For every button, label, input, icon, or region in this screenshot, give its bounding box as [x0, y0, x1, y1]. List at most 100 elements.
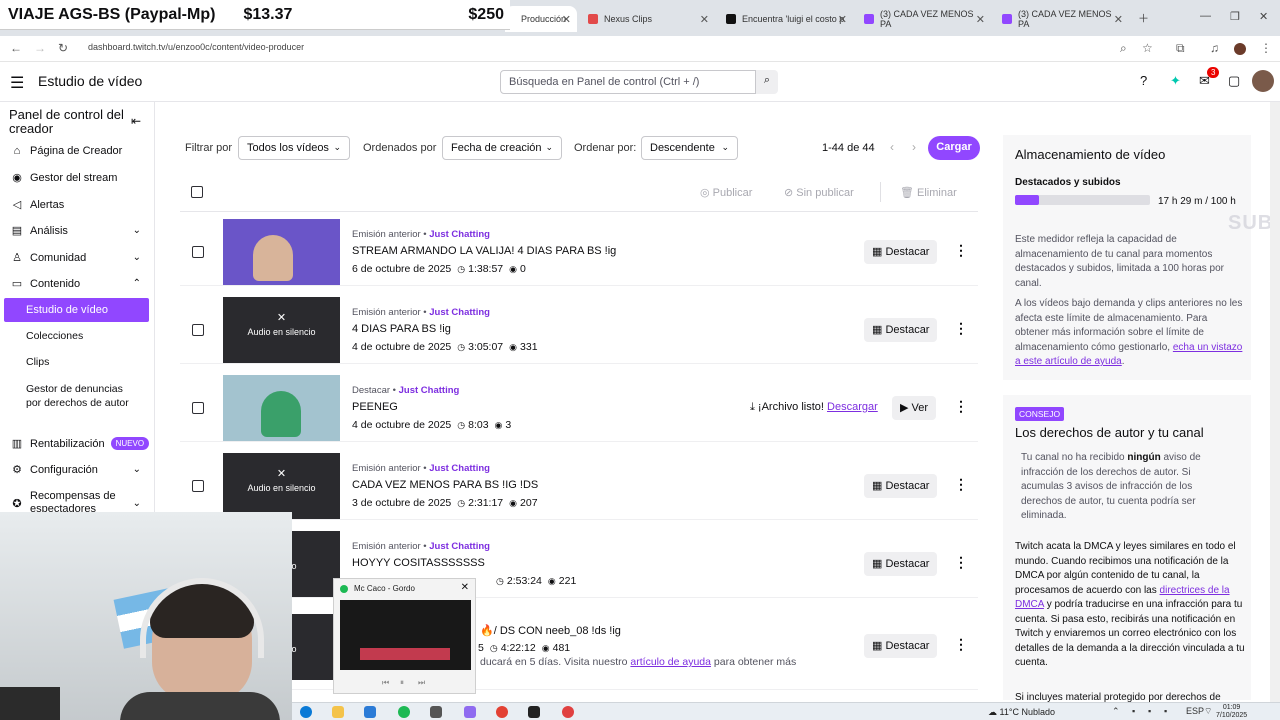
url-field[interactable]: dashboard.twitch.tv/u/enzoo0c/content/vi… — [88, 42, 304, 52]
sidebar-item-creator-page[interactable]: ⌂ Página de Creador — [0, 145, 155, 157]
close-window-icon[interactable]: ✕ — [1259, 10, 1268, 23]
order-select[interactable]: Descendente ⌄ — [641, 136, 738, 160]
more-options-icon[interactable]: ⋮ — [954, 320, 968, 337]
bookmark-star-icon[interactable]: ☆ — [1142, 41, 1153, 55]
search-input[interactable]: Búsqueda en Panel de control (Ctrl + /) — [500, 70, 756, 94]
sidebar-item-stream-manager[interactable]: ◉ Gestor del stream — [0, 171, 155, 185]
sidebar-item-collections[interactable]: Colecciones — [26, 329, 136, 343]
video-row[interactable]: Destacar • Just Chatting PEENEG 4 de oct… — [180, 370, 978, 442]
taskbar-preview-popup[interactable]: Mc Caco - Gordo ✕ ⏮ ⏸ ⏭ — [333, 578, 476, 694]
browser-tab-active[interactable]: Producción ✕ — [505, 6, 577, 32]
row-checkbox[interactable] — [192, 324, 204, 336]
video-thumbnail[interactable]: ✕ Audio en silencio — [223, 297, 340, 363]
tab-close-icon[interactable]: ✕ — [976, 13, 985, 26]
tab-close-icon[interactable]: ✕ — [700, 13, 709, 26]
video-category[interactable]: Just Chatting — [399, 385, 460, 396]
prev-page-icon[interactable]: ‹ — [890, 140, 894, 154]
highlight-button[interactable]: ▦ Destacar — [864, 634, 938, 658]
tab-close-icon[interactable]: ✕ — [838, 13, 847, 26]
profile-avatar-icon[interactable] — [1234, 43, 1246, 55]
browser-tab[interactable]: Encuentra 'luigi el costo p ✕ — [718, 6, 853, 32]
discord-icon[interactable] — [464, 706, 476, 718]
settings-icon[interactable] — [430, 706, 442, 718]
video-category[interactable]: Just Chatting — [429, 307, 490, 318]
video-row[interactable]: silencio 🔥/ DS CON neeb_08 !ds !ig 5◷4:2… — [180, 604, 978, 690]
user-avatar[interactable] — [1252, 70, 1274, 92]
filter-select[interactable]: Todos los vídeos ⌄ — [238, 136, 350, 160]
network-icon[interactable]: ⌔ — [1204, 706, 1212, 717]
highlight-button[interactable]: ▦ Destacar — [864, 474, 938, 498]
tray-app-icon[interactable]: ▪ — [1132, 706, 1135, 716]
edge-icon[interactable] — [300, 706, 312, 718]
more-options-icon[interactable]: ⋮ — [954, 636, 968, 653]
delete-button[interactable]: 🗑 Eliminar — [900, 186, 957, 199]
video-title[interactable]: CADA VEZ MENOS PARA BS !IG !DS — [352, 479, 538, 491]
video-thumbnail[interactable] — [223, 219, 340, 285]
system-clock[interactable]: 01:09 7/10/2025 — [1216, 704, 1247, 720]
forward-icon[interactable]: → — [34, 41, 46, 55]
sidebar-item-settings[interactable]: ⚙ Configuración ⌄ — [0, 463, 155, 477]
sidebar-item-community[interactable]: ♙ Comunidad ⌄ — [0, 251, 155, 265]
collapse-sidebar-icon[interactable]: ⇤ — [131, 114, 141, 128]
highlight-button[interactable]: ▦ Destacar — [864, 552, 938, 576]
next-track-icon[interactable]: ⏭ — [418, 678, 425, 688]
extensions-icon[interactable]: ⧉ — [1176, 41, 1185, 56]
capcut-icon[interactable] — [528, 706, 540, 718]
help-icon[interactable]: ? — [1140, 73, 1147, 88]
new-tab-icon[interactable]: ＋ — [1138, 10, 1149, 26]
chrome-icon[interactable] — [496, 706, 508, 718]
close-icon[interactable]: ✕ — [461, 582, 469, 593]
video-row[interactable]: ✕ Audio en silencio Emisión anterior • J… — [180, 292, 978, 364]
media-icon[interactable]: ♫ — [1210, 41, 1219, 55]
zoom-icon[interactable]: ⌕ — [1120, 41, 1127, 56]
browser-menu-icon[interactable]: ⋮ — [1260, 41, 1272, 55]
minimize-icon[interactable]: — — [1200, 10, 1211, 22]
highlight-button[interactable]: ▦ Destacar — [864, 318, 938, 342]
video-category[interactable]: Just Chatting — [429, 541, 490, 552]
sidebar-item-monetization[interactable]: ▥ Rentabilización NUEVO — [0, 437, 155, 450]
select-all-checkbox[interactable] — [191, 186, 203, 198]
browser-tab[interactable]: Nexus Clips ✕ — [580, 6, 715, 32]
pause-icon[interactable]: ⏸ — [400, 678, 404, 688]
sidebar-item-alerts[interactable]: ◁ Alertas — [0, 198, 155, 212]
previous-track-icon[interactable]: ⏮ — [382, 678, 389, 688]
video-row[interactable]: ✕ Audio en silencio Emisión anterior • J… — [180, 448, 978, 520]
more-options-icon[interactable]: ⋮ — [954, 242, 968, 259]
video-title[interactable]: HOYYY COSITASSSSSSS — [352, 557, 485, 569]
spotify-icon[interactable] — [398, 706, 410, 718]
tab-close-icon[interactable]: ✕ — [562, 13, 571, 26]
highlight-button[interactable]: ▦ Destacar — [864, 240, 938, 264]
video-category[interactable]: Just Chatting — [429, 229, 490, 240]
more-options-icon[interactable]: ⋮ — [954, 554, 968, 571]
maximize-icon[interactable]: ❐ — [1230, 10, 1240, 23]
row-checkbox[interactable] — [192, 480, 204, 492]
sidebar-item-video-producer[interactable]: Estudio de vídeo — [4, 298, 149, 322]
video-title[interactable]: PEENEG — [352, 401, 398, 413]
video-thumbnail[interactable]: ✕ Audio en silencio — [223, 453, 340, 519]
publish-button[interactable]: ◎ Publicar — [700, 186, 752, 199]
language-indicator[interactable]: ESP — [1186, 706, 1204, 716]
tray-app-icon[interactable]: ▪ — [1148, 706, 1151, 716]
hamburger-menu-icon[interactable]: ☰ — [10, 73, 24, 93]
sidebar-item-copyright-claims[interactable]: Gestor de denuncias por derechos de auto… — [26, 382, 136, 410]
video-title[interactable]: 🔥/ DS CON neeb_08 !ds !ig — [480, 624, 621, 637]
unpublish-button[interactable]: ⊘ Sin publicar — [784, 186, 854, 199]
tray-app-icon[interactable]: ▪ — [1164, 706, 1167, 716]
video-title[interactable]: 4 DIAS PARA BS !ig — [352, 323, 451, 335]
weather-widget[interactable]: ☁ 11°C Nublado — [988, 707, 1055, 718]
tray-chevron-icon[interactable]: ⌃ — [1112, 706, 1120, 717]
tab-close-icon[interactable]: ✕ — [1114, 13, 1123, 26]
row-checkbox[interactable] — [192, 246, 204, 258]
preview-thumbnail[interactable] — [340, 600, 471, 670]
sidebar-item-clips[interactable]: Clips — [26, 355, 136, 369]
reload-icon[interactable]: ↻ — [58, 41, 68, 55]
help-article-link[interactable]: artículo de ayuda — [630, 656, 711, 668]
browser-tab[interactable]: (3) CADA VEZ MENOS PA ✕ — [994, 6, 1129, 32]
sidebar-item-analytics[interactable]: ▤ Análisis ⌄ — [0, 224, 155, 238]
browser-tab[interactable]: (3) CADA VEZ MENOS PA ✕ — [856, 6, 991, 32]
bits-icon[interactable]: ✦ — [1170, 73, 1181, 89]
whispers-icon[interactable]: ▢ — [1228, 73, 1240, 89]
video-row[interactable]: silencio Emisión anterior • Just Chattin… — [180, 526, 978, 598]
video-thumbnail[interactable] — [223, 375, 340, 441]
store-icon[interactable] — [364, 706, 376, 718]
